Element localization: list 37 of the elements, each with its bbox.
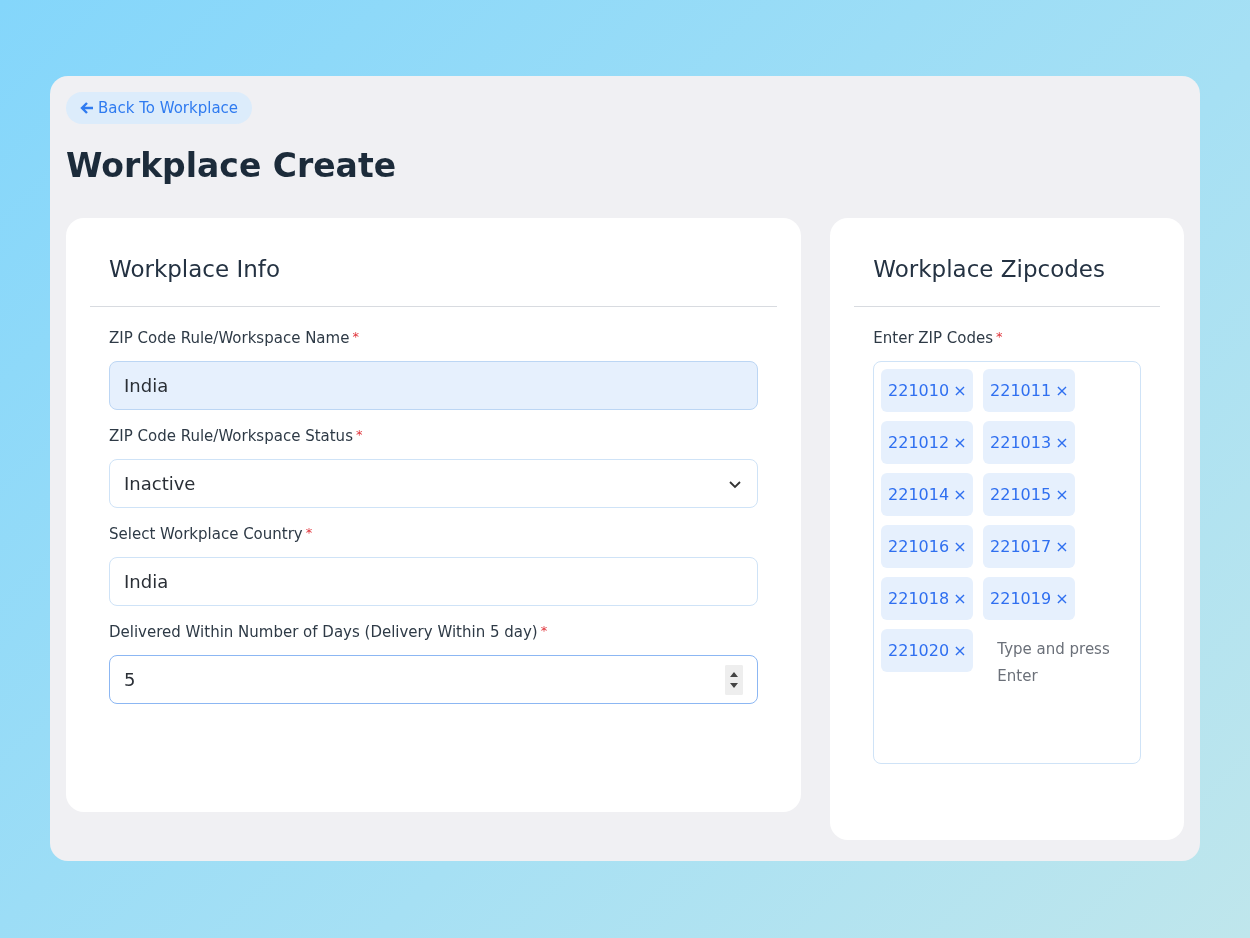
text-input[interactable]: India bbox=[109, 557, 759, 606]
zip-code: 221015 bbox=[990, 485, 1052, 504]
zip-code: 221011 bbox=[990, 381, 1052, 400]
zip-code: 221019 bbox=[990, 589, 1052, 608]
field-label: ZIP Code Rule/Workspace Status * bbox=[109, 427, 364, 445]
zip-code: 221012 bbox=[888, 433, 950, 452]
zip-code: 221010 bbox=[888, 381, 950, 400]
remove-button[interactable]: × bbox=[1055, 589, 1069, 608]
card-title: Workplace Info bbox=[108, 255, 281, 284]
field-label: Enter ZIP Codes * bbox=[873, 329, 1004, 347]
days-input[interactable]: 5 bbox=[109, 655, 759, 704]
remove-button[interactable]: × bbox=[953, 641, 967, 660]
zip-code-field[interactable]: 221010 × 221011 × 221012 × 221013 × 221014 × 221015 × 221016 × 221017 × 221018 × 221019 × 221020 × Type and press Enter bbox=[873, 361, 1142, 764]
back-link[interactable]: Back To Workplace bbox=[66, 92, 253, 124]
status-select[interactable]: Inactive bbox=[109, 459, 759, 508]
remove-button[interactable]: × bbox=[953, 433, 967, 452]
remove-button[interactable]: × bbox=[1055, 537, 1069, 556]
page-title: Workplace Create bbox=[66, 146, 398, 186]
zip-code: 221017 bbox=[990, 537, 1052, 556]
zip-code: 221020 bbox=[888, 641, 950, 660]
remove-button[interactable]: × bbox=[1055, 433, 1069, 452]
remove-button[interactable]: × bbox=[953, 537, 967, 556]
remove-button[interactable]: × bbox=[1055, 381, 1069, 400]
remove-button[interactable]: × bbox=[953, 381, 967, 400]
arrow-left-icon bbox=[80, 101, 94, 115]
text-input[interactable]: India bbox=[109, 361, 759, 410]
remove-button[interactable]: × bbox=[1055, 485, 1069, 504]
zip-code: 221018 bbox=[888, 589, 950, 608]
remove-button[interactable]: × bbox=[953, 485, 967, 504]
zip-code: 221014 bbox=[888, 485, 950, 504]
remove-button[interactable]: × bbox=[953, 589, 967, 608]
field-label: Delivered Within Number of Days (Delivery Within 5 day) * bbox=[109, 623, 549, 641]
field-label: Select Workplace Country * bbox=[109, 525, 314, 543]
zip-code: 221016 bbox=[888, 537, 950, 556]
card-title: Workplace Zipcodes bbox=[872, 255, 1106, 284]
zip-code: 221013 bbox=[990, 433, 1052, 452]
field-label: ZIP Code Rule/Workspace Name * bbox=[109, 329, 360, 347]
